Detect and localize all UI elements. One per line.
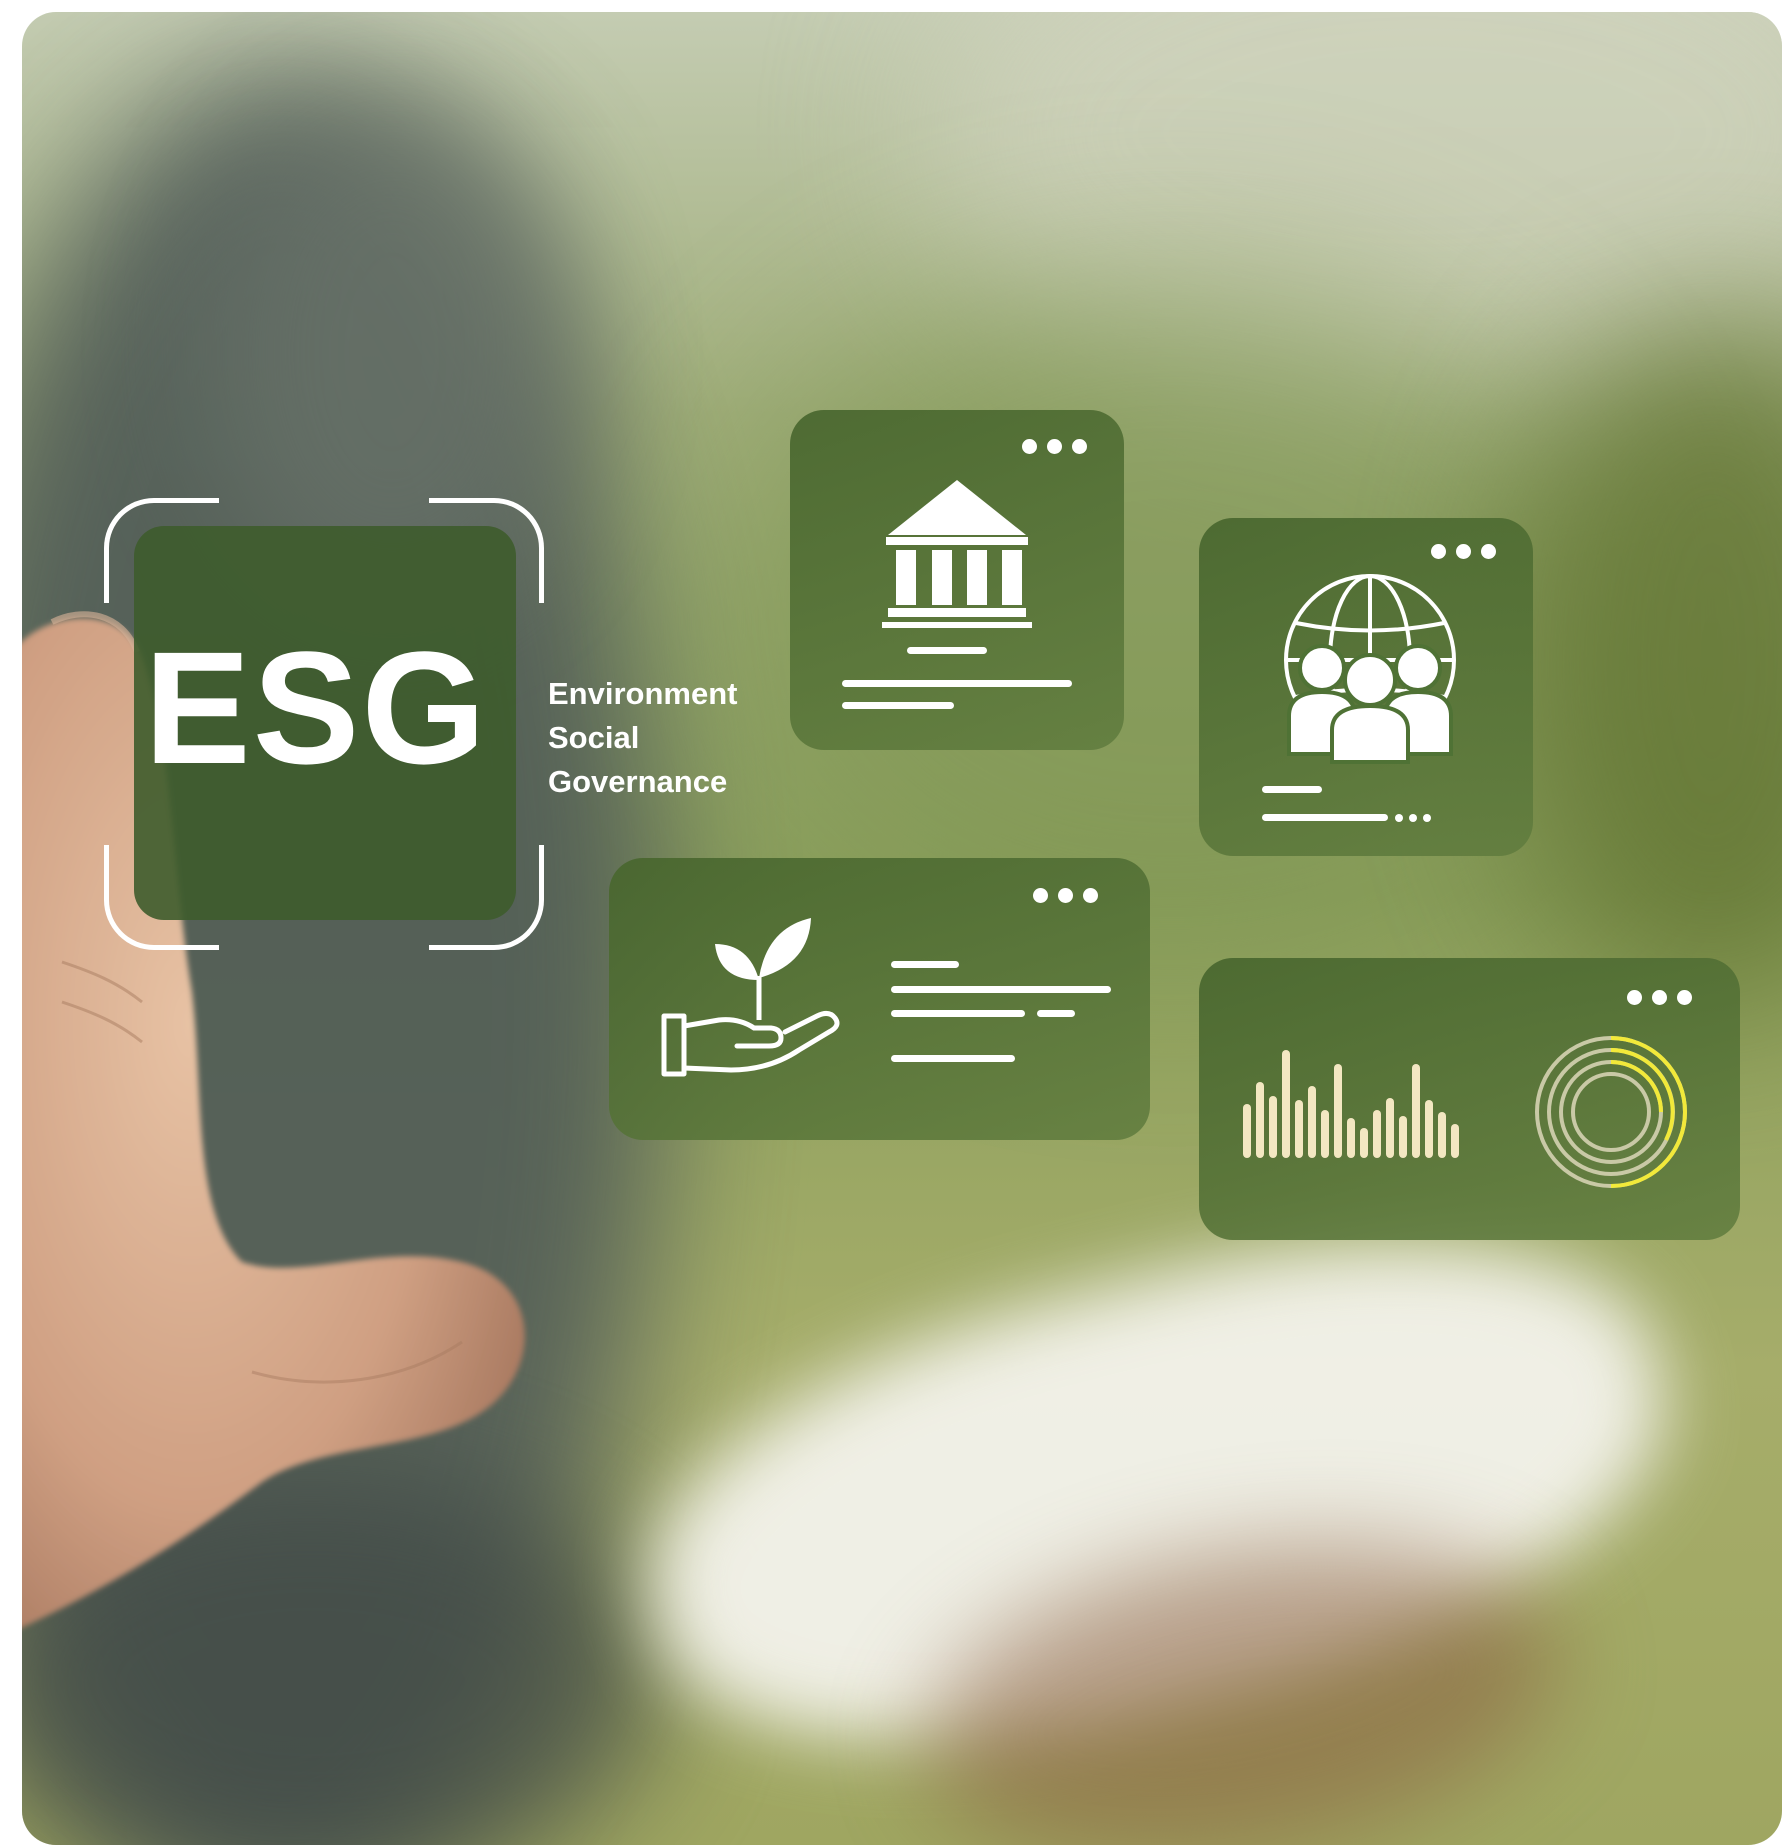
text-line xyxy=(891,986,1111,993)
esg-frame: ESG xyxy=(104,498,544,950)
social-card xyxy=(1199,518,1533,856)
esg-subtitle-governance: Governance xyxy=(548,764,728,799)
text-line xyxy=(1262,814,1388,821)
environment-card xyxy=(609,858,1150,1140)
text-line xyxy=(842,680,1072,687)
text-line xyxy=(1262,786,1322,793)
esg-subtitle-social: Social xyxy=(548,720,640,755)
text-line xyxy=(891,1055,1015,1062)
text-line xyxy=(891,1010,1025,1017)
text-line xyxy=(1037,1010,1075,1017)
text-line xyxy=(842,702,954,709)
esg-subtitle-environment: Environment xyxy=(548,676,738,711)
hand-plant-icon xyxy=(661,918,840,1077)
bracket-corner xyxy=(429,498,544,603)
bracket-corner xyxy=(104,845,219,950)
ellipsis-icon xyxy=(1395,814,1431,822)
globe-people-icon xyxy=(1284,574,1456,764)
bank-building-icon xyxy=(882,480,1032,628)
bracket-corner xyxy=(429,845,544,950)
bar-chart-donut-icon xyxy=(1243,1036,1687,1188)
analytics-card xyxy=(1199,958,1740,1240)
more-options-icon[interactable] xyxy=(1033,888,1098,903)
text-line xyxy=(891,961,959,968)
esg-subtitle: Environment Social Governance xyxy=(548,672,737,804)
bracket-corner xyxy=(104,498,219,603)
esg-title: ESG xyxy=(144,618,488,797)
text-line xyxy=(907,647,987,654)
governance-card xyxy=(790,410,1124,750)
